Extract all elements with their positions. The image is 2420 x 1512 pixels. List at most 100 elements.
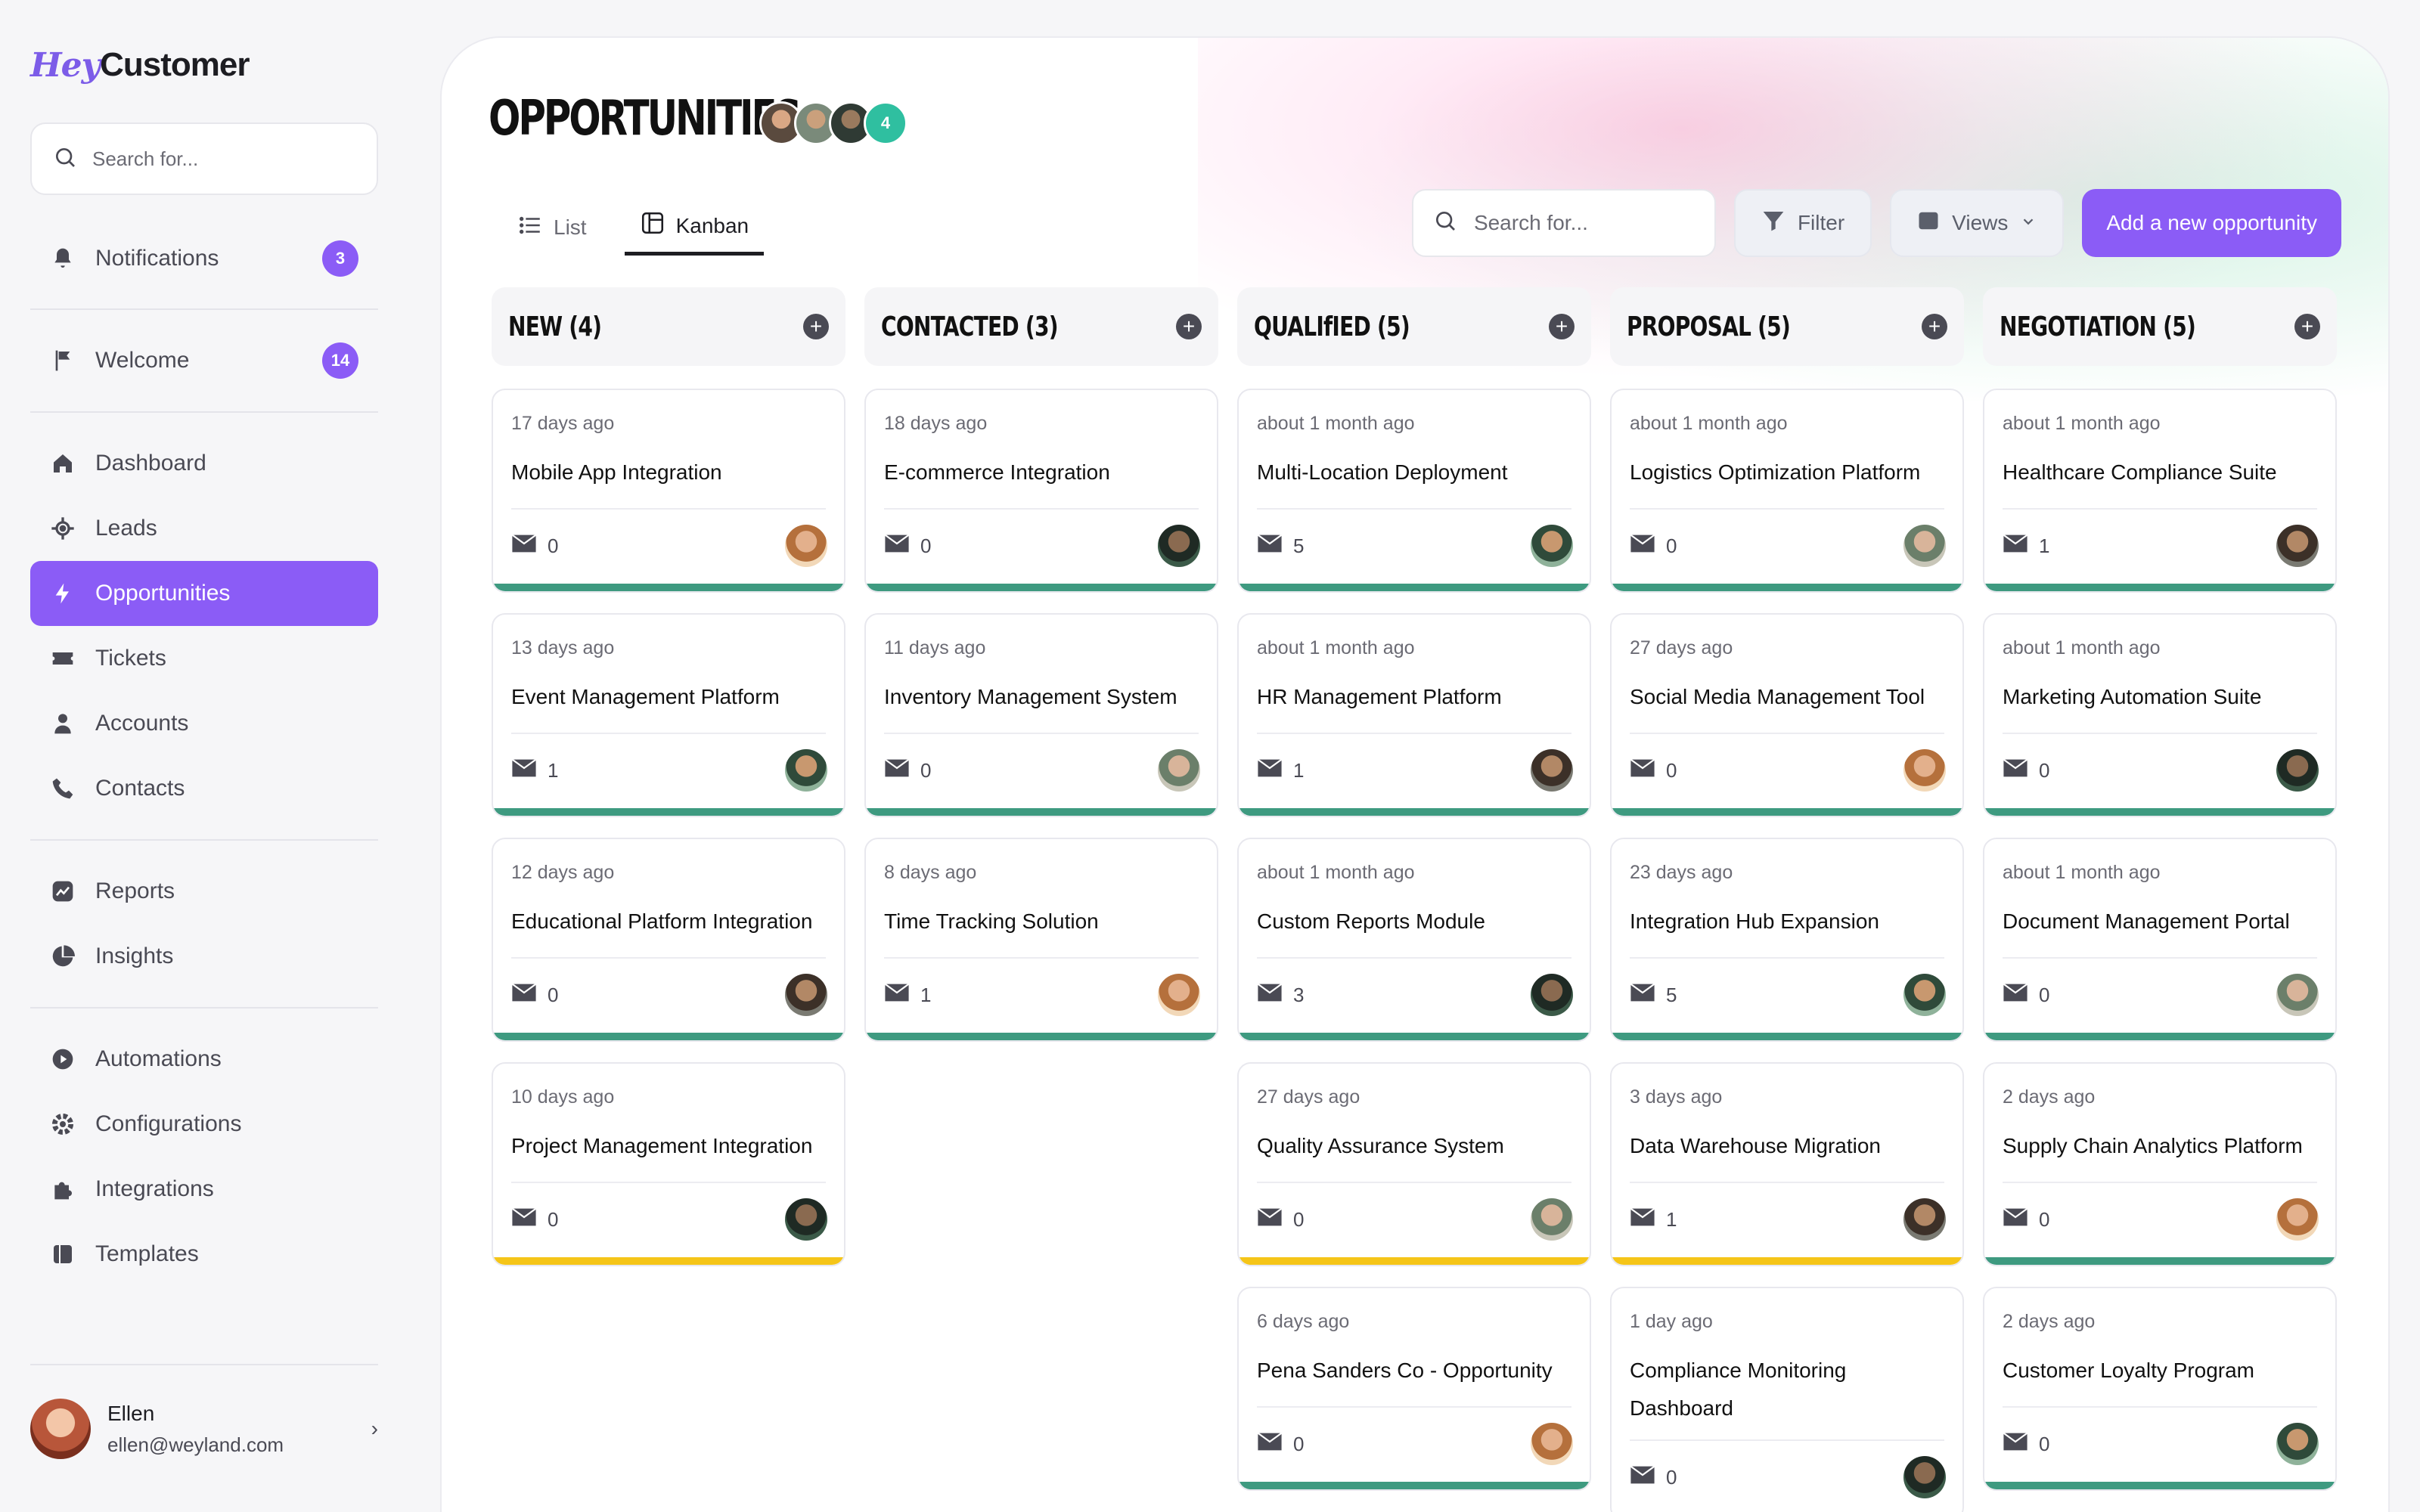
sidebar-item-welcome[interactable]: Welcome 14: [30, 328, 378, 393]
opportunity-card[interactable]: 3 days ago Data Warehouse Migration 1: [1610, 1062, 1964, 1266]
avatar[interactable]: [2276, 974, 2319, 1016]
search-input[interactable]: Search for...: [1411, 189, 1716, 257]
views-dropdown[interactable]: Views: [1890, 189, 2065, 257]
sidebar-item-label: Templates: [95, 1241, 199, 1266]
add-card-icon[interactable]: +: [1922, 314, 1947, 339]
avatar[interactable]: [785, 974, 827, 1016]
puzzle-icon: [50, 1176, 76, 1202]
avatar[interactable]: [1903, 974, 1946, 1016]
sidebar-item-integrations[interactable]: Integrations: [30, 1157, 378, 1222]
card-timestamp: 10 days ago: [511, 1086, 615, 1108]
sidebar-item-contacts[interactable]: Contacts: [30, 756, 378, 821]
card-title: Custom Reports Module: [1257, 909, 1485, 933]
avatar[interactable]: [1903, 525, 1946, 567]
avatar[interactable]: [1531, 1423, 1573, 1465]
avatar[interactable]: [1903, 749, 1946, 792]
column-title: QUALIfIED (5): [1254, 311, 1410, 342]
avatar[interactable]: [785, 525, 827, 567]
opportunity-card[interactable]: about 1 month ago Document Management Por…: [1983, 838, 2337, 1042]
sidebar-item-notifications[interactable]: Notifications 3: [30, 226, 378, 291]
column-title: NEW (4): [508, 311, 602, 342]
opportunity-card[interactable]: about 1 month ago Logistics Optimization …: [1610, 389, 1964, 593]
card-title: Marketing Automation Suite: [2003, 685, 2262, 708]
opportunity-card[interactable]: about 1 month ago Healthcare Compliance S…: [1983, 389, 2337, 593]
sidebar: Hey Customer Search for... Notifications …: [0, 0, 408, 1512]
envelope-icon: [2003, 534, 2028, 559]
card-divider: [1257, 1406, 1571, 1408]
opportunity-card[interactable]: 1 day ago Compliance Monitoring Dashboard…: [1610, 1287, 1964, 1512]
opportunity-card[interactable]: 18 days ago E-commerce Integration 0: [864, 389, 1218, 593]
sidebar-item-label: Integrations: [95, 1176, 214, 1201]
opportunity-card[interactable]: about 1 month ago Custom Reports Module 3: [1237, 838, 1591, 1042]
sidebar-item-automations[interactable]: Automations: [30, 1027, 378, 1092]
card-messages: 0: [1630, 1465, 1677, 1490]
sidebar-item-insights[interactable]: Insights: [30, 924, 378, 989]
opportunity-card[interactable]: about 1 month ago HR Management Platform 1: [1237, 613, 1591, 817]
avatar[interactable]: [2276, 525, 2319, 567]
tab-list[interactable]: List: [502, 200, 602, 256]
avatar[interactable]: [1531, 1198, 1573, 1241]
opportunity-card[interactable]: 23 days ago Integration Hub Expansion 5: [1610, 838, 1964, 1042]
opportunity-card[interactable]: 2 days ago Supply Chain Analytics Platfor…: [1983, 1062, 2337, 1266]
user-profile-menu[interactable]: Ellen ellen@weyland.com ›: [30, 1391, 378, 1467]
add-card-icon[interactable]: +: [2294, 314, 2320, 339]
opportunity-card[interactable]: about 1 month ago Multi-Location Deployme…: [1237, 389, 1591, 593]
sidebar-item-label: Leads: [95, 516, 157, 541]
envelope-icon: [1257, 758, 1283, 783]
main-panel: OPPORTUNITIES 4 List Kanban Search for..…: [440, 36, 2390, 1512]
card-divider: [511, 1182, 826, 1183]
avatar[interactable]: [785, 749, 827, 792]
opportunity-card[interactable]: 13 days ago Event Management Platform 1: [492, 613, 845, 817]
avatar[interactable]: [1903, 1456, 1946, 1498]
sidebar-item-opportunities[interactable]: Opportunities: [30, 561, 378, 626]
opportunity-card[interactable]: 6 days ago Pena Sanders Co - Opportunity 0: [1237, 1287, 1591, 1491]
app-logo[interactable]: Hey Customer: [30, 42, 250, 88]
sidebar-divider: [30, 1364, 378, 1365]
card-messages: 0: [2003, 1432, 2049, 1457]
sidebar-item-leads[interactable]: Leads: [30, 496, 378, 561]
opportunity-card[interactable]: 27 days ago Quality Assurance System 0: [1237, 1062, 1591, 1266]
sidebar-item-reports[interactable]: Reports: [30, 859, 378, 924]
opportunity-card[interactable]: 2 days ago Customer Loyalty Program 0: [1983, 1287, 2337, 1491]
sidebar-item-accounts[interactable]: Accounts: [30, 691, 378, 756]
add-card-icon[interactable]: +: [803, 314, 829, 339]
card-messages: 0: [2003, 1207, 2049, 1232]
avatar[interactable]: [1903, 1198, 1946, 1241]
opportunity-card[interactable]: 12 days ago Educational Platform Integrat…: [492, 838, 845, 1042]
add-card-icon[interactable]: +: [1176, 314, 1202, 339]
team-members[interactable]: 4: [759, 101, 908, 145]
avatar[interactable]: [2276, 1423, 2319, 1465]
avatar[interactable]: [1531, 525, 1573, 567]
sidebar-item-dashboard[interactable]: Dashboard: [30, 431, 378, 496]
opportunity-card[interactable]: 8 days ago Time Tracking Solution 1: [864, 838, 1218, 1042]
add-card-icon[interactable]: +: [1549, 314, 1575, 339]
user-email: ellen@weyland.com: [107, 1433, 284, 1456]
kanban-column-new: NEW (4) +17 days ago Mobile App Integratio…: [492, 287, 845, 1266]
opportunity-card[interactable]: 10 days ago Project Management Integratio…: [492, 1062, 845, 1266]
avatar[interactable]: [785, 1198, 827, 1241]
sidebar-item-label: Automations: [95, 1046, 222, 1071]
add-opportunity-button[interactable]: Add a new opportunity: [2082, 189, 2341, 257]
message-count: 5: [1293, 534, 1305, 557]
user-icon: [50, 711, 76, 736]
sidebar-item-configurations[interactable]: Configurations: [30, 1092, 378, 1157]
opportunity-card[interactable]: 17 days ago Mobile App Integration 0: [492, 389, 845, 593]
envelope-icon: [511, 983, 537, 1008]
sidebar-item-templates[interactable]: Templates: [30, 1222, 378, 1287]
opportunity-card[interactable]: about 1 month ago Marketing Automation Su…: [1983, 613, 2337, 817]
avatar[interactable]: [2276, 1198, 2319, 1241]
avatar[interactable]: [2276, 749, 2319, 792]
opportunity-card[interactable]: 27 days ago Social Media Management Tool 0: [1610, 613, 1964, 817]
filter-button[interactable]: Filter: [1733, 189, 1872, 257]
avatar[interactable]: [1158, 974, 1200, 1016]
avatar[interactable]: [1531, 974, 1573, 1016]
notification-count-badge: 3: [322, 240, 358, 277]
avatar[interactable]: [1158, 525, 1200, 567]
sidebar-item-tickets[interactable]: Tickets: [30, 626, 378, 691]
avatar[interactable]: [1158, 749, 1200, 792]
opportunity-card[interactable]: 11 days ago Inventory Management System 0: [864, 613, 1218, 817]
tab-kanban[interactable]: Kanban: [624, 200, 765, 256]
avatar[interactable]: [1531, 749, 1573, 792]
sidebar-search-input[interactable]: Search for...: [30, 122, 378, 195]
card-timestamp: 8 days ago: [884, 862, 977, 883]
